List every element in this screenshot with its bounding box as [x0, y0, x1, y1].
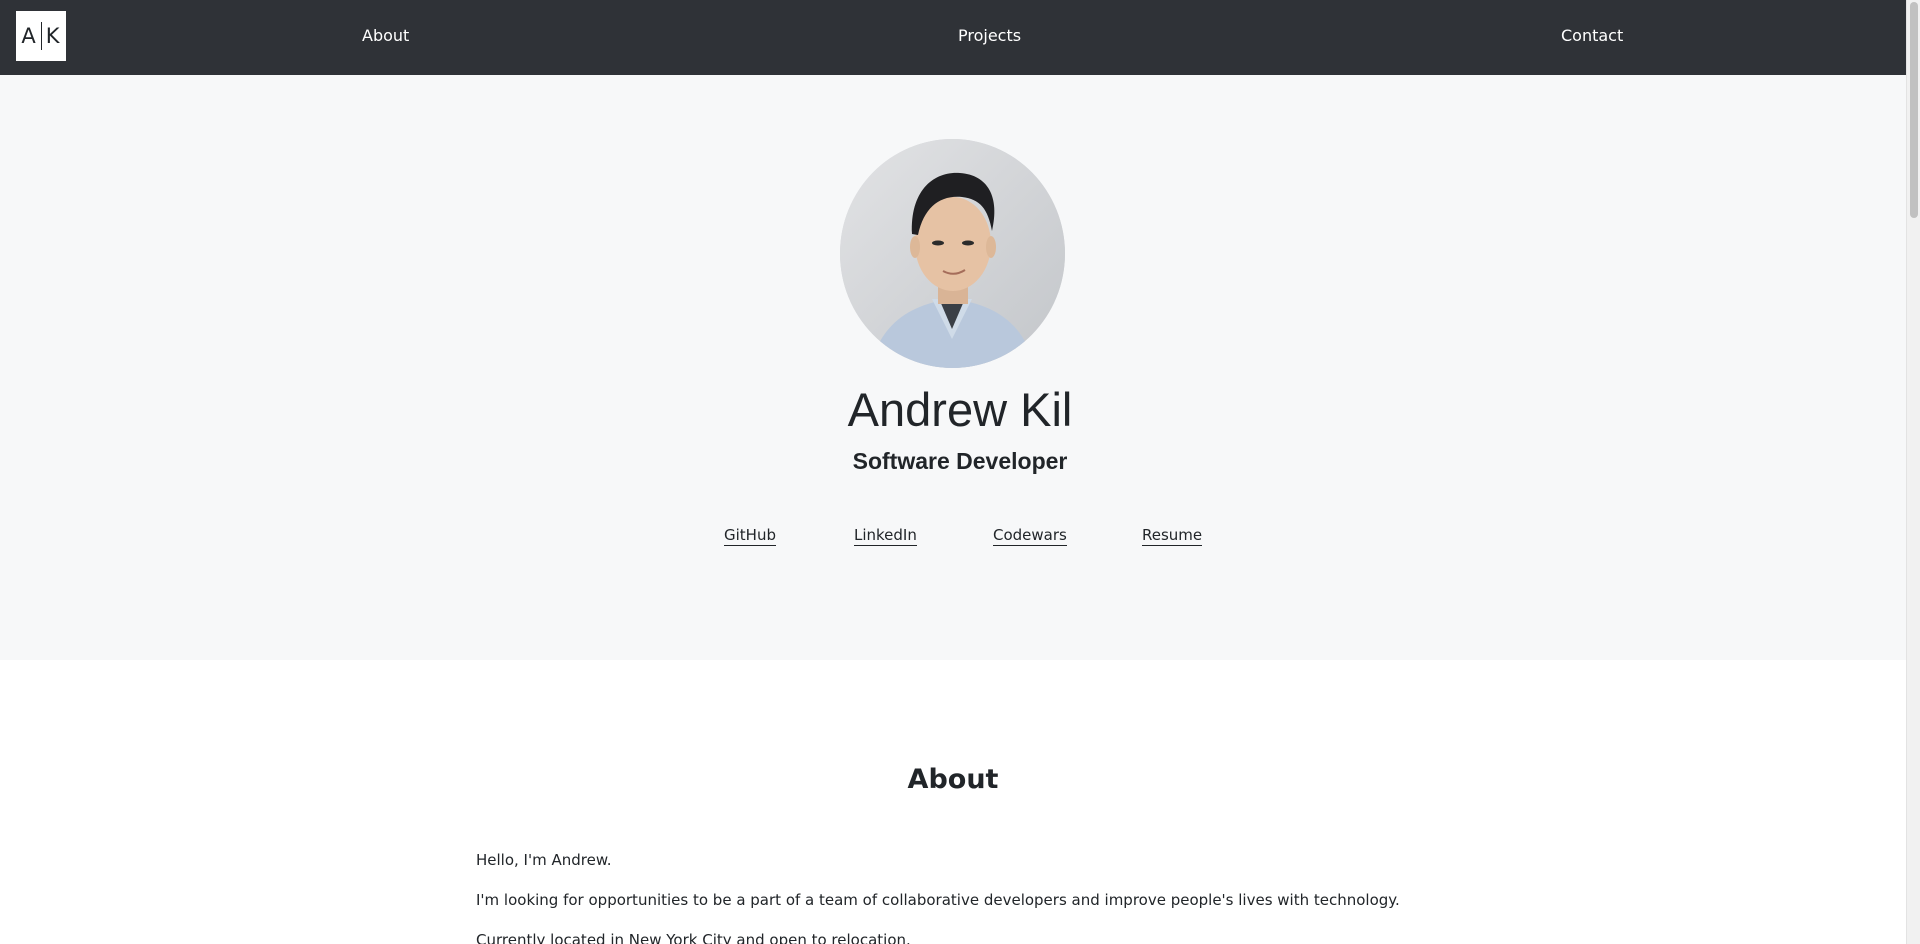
hero-section: Andrew Kil Software Developer GitHub Lin…: [0, 75, 1906, 660]
nav-link-contact[interactable]: Contact: [1561, 26, 1623, 45]
about-heading: About: [907, 764, 999, 795]
logo-letter-k: K: [45, 24, 61, 48]
hero-name: Andrew Kil: [847, 383, 1073, 436]
navbar: A K About Projects Contact: [0, 0, 1906, 75]
social-links: GitHub LinkedIn Codewars Resume: [0, 526, 1920, 550]
about-paragraph: Currently located in New York City and o…: [476, 931, 911, 944]
avatar: [840, 139, 1065, 368]
page-scrollbar[interactable]: [1906, 0, 1920, 944]
logo-letter-a: A: [21, 24, 37, 48]
about-paragraph: Hello, I'm Andrew.: [476, 851, 612, 869]
linkedin-link[interactable]: LinkedIn: [854, 526, 917, 546]
resume-link[interactable]: Resume: [1142, 526, 1203, 546]
hero-title: Software Developer: [852, 448, 1068, 474]
about-paragraph: I'm looking for opportunities to be a pa…: [476, 891, 1400, 909]
github-link[interactable]: GitHub: [724, 526, 776, 546]
nav-link-about[interactable]: About: [362, 26, 409, 45]
codewars-link[interactable]: Codewars: [993, 526, 1067, 546]
logo-divider: [40, 22, 42, 50]
profile-photo: [840, 139, 1065, 368]
logo[interactable]: A K: [16, 11, 66, 61]
nav-link-projects[interactable]: Projects: [958, 26, 1021, 45]
scrollbar-thumb[interactable]: [1910, 2, 1918, 218]
